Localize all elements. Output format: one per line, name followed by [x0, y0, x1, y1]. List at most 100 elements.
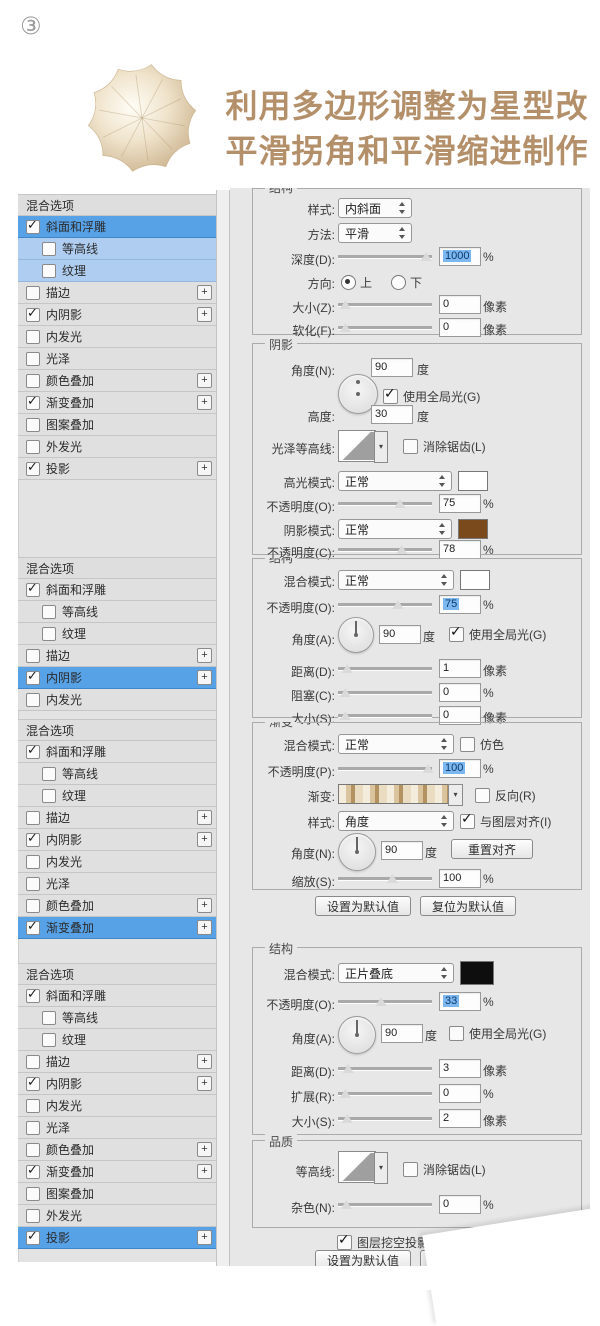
distance-input[interactable]: 3: [439, 1059, 481, 1078]
sidebar-header-blending-options[interactable]: 混合选项: [18, 557, 216, 579]
checkbox-icon[interactable]: [42, 789, 56, 803]
size-slider[interactable]: [338, 298, 432, 310]
blend-mode-dropdown[interactable]: 正常: [338, 570, 454, 590]
angle-input[interactable]: 90: [381, 1024, 423, 1043]
chevron-down-icon[interactable]: ▾: [374, 1152, 388, 1184]
shadow-color-swatch[interactable]: [458, 519, 488, 539]
contour-picker[interactable]: ▾: [338, 1151, 376, 1183]
sidebar-item-inner-glow[interactable]: 内发光: [18, 851, 216, 873]
sidebar-item-outer-glow[interactable]: 外发光: [18, 1205, 216, 1227]
checkbox-icon[interactable]: [26, 877, 40, 891]
plus-icon[interactable]: +: [197, 920, 212, 935]
checkbox-icon[interactable]: [26, 833, 40, 847]
slider-thumb-icon[interactable]: [394, 499, 405, 508]
checkbox-icon[interactable]: [26, 462, 40, 476]
checkbox-icon[interactable]: [26, 583, 40, 597]
sidebar-item-contour[interactable]: 等高线: [18, 601, 216, 623]
sidebar-item-bevel-and-emboss[interactable]: 斜面和浮雕: [18, 985, 216, 1007]
highlight-opacity-slider[interactable]: [338, 497, 432, 509]
noise-slider[interactable]: [338, 1198, 432, 1210]
opacity-slider[interactable]: [338, 598, 432, 610]
plus-icon[interactable]: +: [197, 285, 212, 300]
blend-mode-dropdown[interactable]: 正常: [338, 734, 454, 754]
highlight-mode-dropdown[interactable]: 正常: [338, 471, 452, 491]
size-slider[interactable]: [338, 709, 432, 721]
use-global-light-checkbox[interactable]: 使用全局光(G): [449, 1025, 546, 1042]
chevron-down-icon[interactable]: ▾: [448, 784, 463, 806]
checkbox-icon[interactable]: [26, 352, 40, 366]
checkbox-icon[interactable]: [26, 1077, 40, 1091]
direction-down-radio[interactable]: 下: [391, 274, 422, 291]
slider-thumb-icon[interactable]: [421, 252, 432, 261]
sidebar-item-contour[interactable]: 等高线: [18, 238, 216, 260]
sidebar-item-stroke[interactable]: 描边+: [18, 1051, 216, 1073]
checkbox-icon[interactable]: [26, 899, 40, 913]
distance-slider[interactable]: [338, 662, 432, 674]
chevron-down-icon[interactable]: ▾: [374, 431, 388, 463]
checkbox-icon[interactable]: [42, 242, 56, 256]
slider-thumb-icon[interactable]: [340, 688, 351, 697]
plus-icon[interactable]: +: [197, 1230, 212, 1245]
anti-alias-checkbox[interactable]: 消除锯齿(L): [403, 1161, 486, 1178]
spread-input[interactable]: 0: [439, 1084, 481, 1103]
checkbox-icon[interactable]: [26, 418, 40, 432]
slider-thumb-icon[interactable]: [423, 764, 434, 773]
checkbox-icon[interactable]: [26, 811, 40, 825]
checkbox-icon[interactable]: [42, 264, 56, 278]
checkbox-icon[interactable]: [26, 1231, 40, 1245]
opacity-input[interactable]: 100: [439, 759, 481, 778]
sidebar-item-texture[interactable]: 纹理: [18, 260, 216, 282]
sidebar-item-gradient-overlay[interactable]: 渐变叠加+: [18, 1161, 216, 1183]
anti-alias-checkbox[interactable]: 消除锯齿(L): [403, 438, 486, 455]
sidebar-header-blending-options[interactable]: 混合选项: [18, 963, 216, 985]
highlight-opacity-input[interactable]: 75: [439, 494, 481, 513]
sidebar-header-blending-options[interactable]: 混合选项: [18, 719, 216, 741]
checkbox-icon[interactable]: [26, 921, 40, 935]
sidebar-item-texture[interactable]: 纹理: [18, 1029, 216, 1051]
sidebar-item-color-overlay[interactable]: 颜色叠加+: [18, 1139, 216, 1161]
angle-dial[interactable]: [338, 833, 376, 871]
sidebar-item-inner-glow[interactable]: 内发光: [18, 689, 216, 711]
angle-input[interactable]: 90: [379, 625, 421, 644]
checkbox-icon[interactable]: [26, 1209, 40, 1223]
sidebar-item-stroke[interactable]: 描边+: [18, 645, 216, 667]
plus-icon[interactable]: +: [197, 810, 212, 825]
sidebar-item-bevel-and-emboss[interactable]: 斜面和浮雕: [18, 216, 216, 238]
angle-input[interactable]: 90: [381, 841, 423, 860]
slider-thumb-icon[interactable]: [387, 874, 398, 883]
plus-icon[interactable]: +: [197, 898, 212, 913]
checkbox-icon[interactable]: [26, 1055, 40, 1069]
choke-slider[interactable]: [338, 686, 432, 698]
highlight-color-swatch[interactable]: [458, 471, 488, 491]
checkbox-icon[interactable]: [26, 1187, 40, 1201]
checkbox-icon[interactable]: [26, 308, 40, 322]
slider-thumb-icon[interactable]: [343, 1064, 354, 1073]
plus-icon[interactable]: +: [197, 832, 212, 847]
plus-icon[interactable]: +: [197, 1054, 212, 1069]
checkbox-icon[interactable]: [42, 627, 56, 641]
checkbox-icon[interactable]: [26, 1121, 40, 1135]
checkbox-icon[interactable]: [26, 396, 40, 410]
checkbox-icon[interactable]: [26, 440, 40, 454]
shadow-opacity-input[interactable]: 78: [439, 540, 481, 559]
checkbox-icon[interactable]: [26, 220, 40, 234]
angle-dial[interactable]: [338, 1016, 376, 1054]
size-input[interactable]: 2: [439, 1109, 481, 1128]
gradient-swatch[interactable]: ▾: [338, 784, 450, 804]
scale-input[interactable]: 100: [439, 869, 481, 888]
sidebar-item-satin[interactable]: 光泽: [18, 873, 216, 895]
slider-thumb-icon[interactable]: [342, 664, 353, 673]
sidebar-item-color-overlay[interactable]: 颜色叠加+: [18, 370, 216, 392]
checkbox-icon[interactable]: [26, 671, 40, 685]
sidebar-item-stroke[interactable]: 描边+: [18, 282, 216, 304]
distance-slider[interactable]: [338, 1062, 432, 1074]
sidebar-item-drop-shadow[interactable]: 投影+: [18, 1227, 216, 1249]
method-dropdown[interactable]: 平滑: [338, 223, 412, 243]
sidebar-item-inner-glow[interactable]: 内发光: [18, 1095, 216, 1117]
sidebar-item-stroke[interactable]: 描边+: [18, 807, 216, 829]
checkbox-icon[interactable]: [42, 1011, 56, 1025]
scale-slider[interactable]: [338, 872, 432, 884]
plus-icon[interactable]: +: [197, 461, 212, 476]
altitude-input[interactable]: 30: [371, 405, 413, 424]
sidebar-item-satin[interactable]: 光泽: [18, 348, 216, 370]
